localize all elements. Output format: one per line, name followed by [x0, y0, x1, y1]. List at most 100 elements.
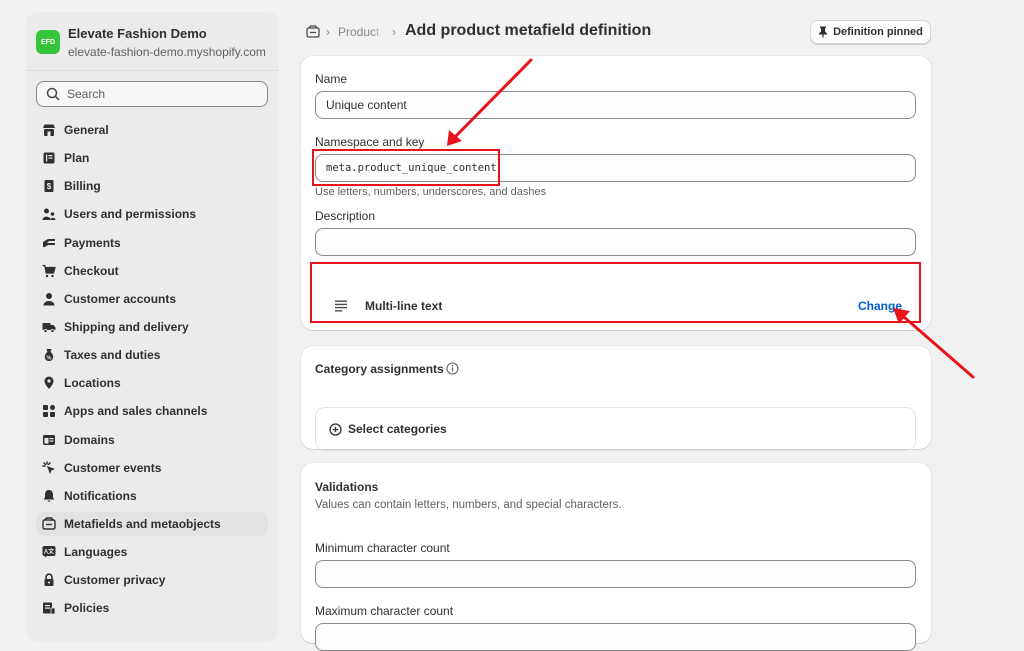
sidebar-item-payments[interactable]: Payments	[36, 231, 268, 255]
validations-card: Validations Values can contain letters, …	[301, 463, 931, 651]
store-url: elevate-fashion-demo.myshopify.com	[68, 45, 266, 59]
sidebar-item-label: Billing	[64, 179, 101, 194]
info-icon[interactable]	[446, 362, 459, 375]
category-assignments-title: Category assignments	[315, 362, 444, 376]
sidebar-item-domains[interactable]: Domains	[36, 428, 268, 452]
definition-card: Name Unique content Namespace and key me…	[301, 56, 931, 330]
users-icon	[42, 208, 56, 221]
min-count-label: Minimum character count	[315, 541, 450, 555]
breadcrumb-separator: ›	[392, 25, 396, 39]
svg-text:A文: A文	[44, 548, 55, 556]
sidebar-item-label: General	[64, 123, 109, 137]
sidebar-item-label: Customer accounts	[64, 291, 177, 306]
min-count-field[interactable]	[315, 560, 916, 588]
sidebar-item-general[interactable]: General	[36, 118, 268, 142]
change-type-link[interactable]: Change	[858, 299, 902, 313]
sidebar-item-label: Apps and sales channels	[64, 404, 208, 419]
name-label: Name	[315, 72, 348, 86]
svg-text:%: %	[47, 355, 52, 361]
store-name: Elevate Fashion Demo	[68, 26, 207, 41]
sidebar-item-metafields[interactable]: Metafields and metaobjects	[36, 511, 268, 536]
namespace-help-text: Use letters, numbers, underscores, and d…	[315, 186, 547, 198]
sidebar-item-languages[interactable]: A文 Languages	[36, 540, 268, 564]
breadcrumb-separator: ›	[326, 25, 330, 39]
sidebar-item-notifications[interactable]: Notifications	[36, 484, 268, 508]
sidebar-item-billing[interactable]: $ Billing	[36, 174, 268, 198]
lock-icon	[44, 573, 54, 587]
namespace-key-field[interactable]: meta.product_unique_content	[315, 154, 916, 182]
pin-button-label: Definition pinned	[833, 26, 923, 38]
select-categories-button[interactable]: Select categories	[315, 407, 916, 451]
language-icon: A文	[42, 546, 56, 558]
billing-icon: $	[44, 180, 54, 193]
validations-title: Validations	[315, 480, 379, 494]
sidebar-item-customer-events[interactable]: Customer events	[36, 456, 268, 480]
sidebar-item-label: Policies	[64, 601, 110, 616]
sidebar-item-label: Shipping and delivery	[64, 319, 189, 334]
person-icon	[43, 292, 55, 306]
sidebar-item-label: Plan	[64, 151, 90, 166]
policies-icon	[43, 602, 56, 615]
sidebar-item-label: Notifications	[64, 488, 137, 503]
store-header[interactable]: EFD Elevate Fashion Demo elevate-fashion…	[36, 26, 266, 60]
sidebar-item-label: Checkout	[64, 263, 119, 278]
search-placeholder: Search	[67, 87, 106, 101]
svg-text:$: $	[47, 182, 52, 191]
payments-icon	[43, 238, 55, 247]
sidebar-item-label: Languages	[64, 545, 128, 560]
cart-icon	[42, 264, 56, 277]
events-icon	[42, 460, 55, 474]
tax-icon: %	[44, 349, 54, 361]
truck-icon	[42, 322, 56, 333]
sidebar-divider	[26, 70, 279, 71]
type-name: Multi-line text	[365, 299, 443, 313]
max-count-label: Maximum character count	[315, 604, 454, 618]
plan-icon	[43, 152, 55, 164]
apps-icon	[43, 405, 55, 418]
metafields-icon[interactable]	[306, 25, 320, 39]
max-count-field[interactable]	[315, 623, 916, 651]
store-logo: EFD	[36, 30, 60, 54]
category-assignments-card: Category assignments Select categories	[301, 346, 931, 451]
page-title: Add product metafield definition	[405, 22, 652, 39]
search-icon	[46, 87, 60, 101]
sidebar-item-label: Customer events	[64, 460, 162, 475]
sidebar-item-policies[interactable]: Policies	[36, 596, 268, 620]
select-categories-label: Select categories	[348, 422, 447, 436]
sidebar-item-customer-privacy[interactable]: Customer privacy	[36, 568, 268, 592]
search-input[interactable]: Search	[36, 81, 268, 107]
namespace-label: Namespace and key	[315, 135, 425, 149]
description-field[interactable]	[315, 228, 916, 256]
definition-pinned-button[interactable]: Definition pinned	[810, 20, 931, 44]
sidebar-item-label: Locations	[64, 376, 121, 391]
pin-icon	[819, 26, 828, 38]
sidebar-item-label: Users and permissions	[64, 207, 197, 222]
sidebar-item-taxes[interactable]: % Taxes and duties	[36, 343, 268, 367]
location-icon	[44, 376, 54, 390]
description-label: Description	[315, 209, 376, 223]
sidebar-item-shipping[interactable]: Shipping and delivery	[36, 315, 268, 339]
sidebar-item-plan[interactable]: Plan	[36, 146, 268, 170]
globe-icon	[43, 434, 55, 445]
sidebar-item-label: Payments	[64, 235, 121, 250]
sidebar-item-label: Customer privacy	[64, 573, 166, 588]
type-selector-row: Multi-line text Change	[315, 284, 916, 328]
validations-subtitle: Values can contain letters, numbers, and…	[315, 499, 622, 511]
breadcrumb-product[interactable]: Product	[338, 25, 384, 39]
name-field[interactable]: Unique content	[315, 91, 916, 119]
metafields-icon	[42, 517, 56, 530]
settings-sidebar: EFD Elevate Fashion Demo elevate-fashion…	[26, 12, 279, 642]
text-lines-icon	[335, 300, 347, 312]
store-icon	[43, 124, 55, 136]
sidebar-item-users[interactable]: Users and permissions	[36, 202, 268, 226]
sidebar-item-checkout[interactable]: Checkout	[36, 259, 268, 283]
sidebar-item-label: Domains	[64, 432, 115, 447]
sidebar-item-locations[interactable]: Locations	[36, 371, 268, 395]
sidebar-item-customer-accounts[interactable]: Customer accounts	[36, 287, 268, 311]
settings-nav: General Plan $ Billing Users and permissi…	[36, 118, 268, 625]
plus-circle-icon	[329, 422, 342, 436]
bell-icon	[43, 489, 55, 502]
sidebar-item-apps[interactable]: Apps and sales channels	[36, 399, 268, 423]
sidebar-item-label: Taxes and duties	[64, 348, 161, 363]
sidebar-item-label: Metafields and metaobjects	[64, 516, 221, 531]
